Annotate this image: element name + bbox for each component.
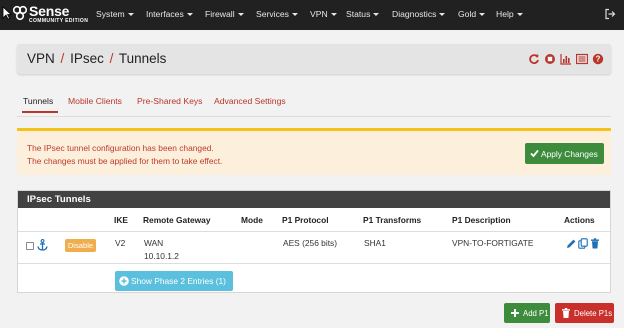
cell-ike: V2 [115,238,126,248]
nav-services[interactable]: Services [256,9,298,19]
check-icon [530,149,539,158]
show-phase2-label: Show Phase 2 Entries (1) [131,276,226,286]
add-p1-button[interactable]: Add P1 [504,303,550,323]
caret-down-icon [127,13,134,17]
column-header-p1-description: P1 Description [452,215,511,225]
brand-subtitle: COMMUNITY EDITION [29,18,89,24]
nav-gold[interactable]: Gold [458,9,486,19]
nav-label: Services [256,9,289,19]
add-p1-label: Add P1 [523,308,549,318]
top-navbar: Sense COMMUNITY EDITION System Interface… [0,0,624,30]
panel-heading: IPsec Tunnels [18,191,610,208]
caret-down-icon [439,13,446,17]
logout-icon[interactable] [604,8,616,20]
nav-vpn[interactable]: VPN [310,9,337,19]
breadcrumb-vpn[interactable]: VPN [27,51,55,66]
cell-remote-gateway-ip: 10.10.1.2 [144,251,179,261]
nav-status[interactable]: Status [346,9,380,19]
caret-down-icon [186,13,193,17]
caret-down-icon [516,13,523,17]
breadcrumb: VPN / IPsec / Tunnels [27,51,166,66]
table-header-divider [18,231,610,232]
list-icon[interactable] [575,53,589,65]
nav-system[interactable]: System [96,9,134,19]
caret-down-icon [330,13,337,17]
show-phase2-entries-button[interactable]: Show Phase 2 Entries (1) [115,271,233,291]
disable-button[interactable]: Disable [65,239,96,252]
tab-pre-shared-keys[interactable]: Pre-Shared Keys [137,96,202,106]
nav-label: Gold [458,9,477,19]
plus-circle-icon [119,276,129,286]
cell-p1-description: VPN-TO-FORTIGATE [452,238,534,248]
caret-down-icon [479,13,486,17]
delete-p1s-label: Delete P1s [574,308,613,318]
breadcrumb-tunnels: Tunnels [118,51,167,66]
column-header-remote-gateway: Remote Gateway [143,215,211,225]
brand-logo[interactable]: Sense COMMUNITY EDITION [12,3,90,27]
column-header-ike: IKE [114,215,128,225]
config-changed-alert: The IPsec tunnel configuration has been … [17,128,611,175]
nav-label: VPN [310,9,328,19]
tabs-divider [17,116,611,117]
help-icon[interactable]: ? [592,53,604,65]
breadcrumb-ipsec[interactable]: IPsec [70,51,104,66]
active-tab-indicator [22,111,58,113]
breadcrumb-panel: VPN / IPsec / Tunnels ? [17,44,611,74]
anchor-icon[interactable] [37,239,48,251]
nav-interfaces[interactable]: Interfaces [146,9,193,19]
brand-name: Sense [29,3,70,19]
nav-label: Diagnostics [392,9,437,19]
nav-firewall[interactable]: Firewall [205,9,244,19]
nav-diagnostics[interactable]: Diagnostics [392,9,446,19]
caret-down-icon [237,13,244,17]
ipsec-tunnels-panel: IPsec Tunnels IKE Remote Gateway Mode P1… [17,190,611,293]
caret-down-icon [291,13,298,17]
panel-title: IPsec Tunnels [27,194,91,205]
nav-label: Help [496,9,514,19]
column-header-p1-transforms: P1 Transforms [363,215,422,225]
tab-tunnels[interactable]: Tunnels [23,96,53,106]
svg-text:?: ? [596,55,601,64]
nav-label: System [96,9,125,19]
row-select-checkbox[interactable] [26,242,34,250]
alert-line-2: The changes must be applied for them to … [27,156,223,166]
nav-label: Firewall [205,9,235,19]
trash-icon[interactable] [590,238,600,249]
nav-label: Interfaces [146,9,184,19]
pfsense-logo-icon [12,5,28,21]
cell-p1-protocol: AES (256 bits) [283,238,337,248]
edit-pencil-icon[interactable] [566,238,576,249]
copy-icon[interactable] [578,238,588,249]
alert-line-1: The IPsec tunnel configuration has been … [27,143,214,153]
trash-icon [562,308,570,318]
stop-icon[interactable] [544,53,556,65]
apply-changes-label: Apply Changes [541,148,598,159]
column-header-mode: Mode [241,215,263,225]
reload-icon[interactable] [528,53,540,65]
plus-icon [511,309,519,317]
apply-changes-button[interactable]: Apply Changes [525,143,604,164]
column-header-actions: Actions [564,215,595,225]
column-header-p1-protocol: P1 Protocol [282,215,329,225]
cell-remote-gateway-iface: WAN [144,238,164,248]
row-divider [18,263,610,264]
caret-down-icon [373,13,380,17]
nav-label: Status [346,9,371,19]
breadcrumb-separator: / [109,51,114,66]
nav-help[interactable]: Help [496,9,523,19]
page-action-icons: ? [528,53,604,65]
cell-p1-transforms: SHA1 [364,238,386,248]
delete-p1s-button[interactable]: Delete P1s [555,303,614,323]
mouse-cursor-icon [2,6,12,20]
chart-icon[interactable] [560,53,572,65]
breadcrumb-separator: / [60,51,65,66]
tab-advanced-settings[interactable]: Advanced Settings [214,96,286,106]
tab-mobile-clients[interactable]: Mobile Clients [68,96,122,106]
